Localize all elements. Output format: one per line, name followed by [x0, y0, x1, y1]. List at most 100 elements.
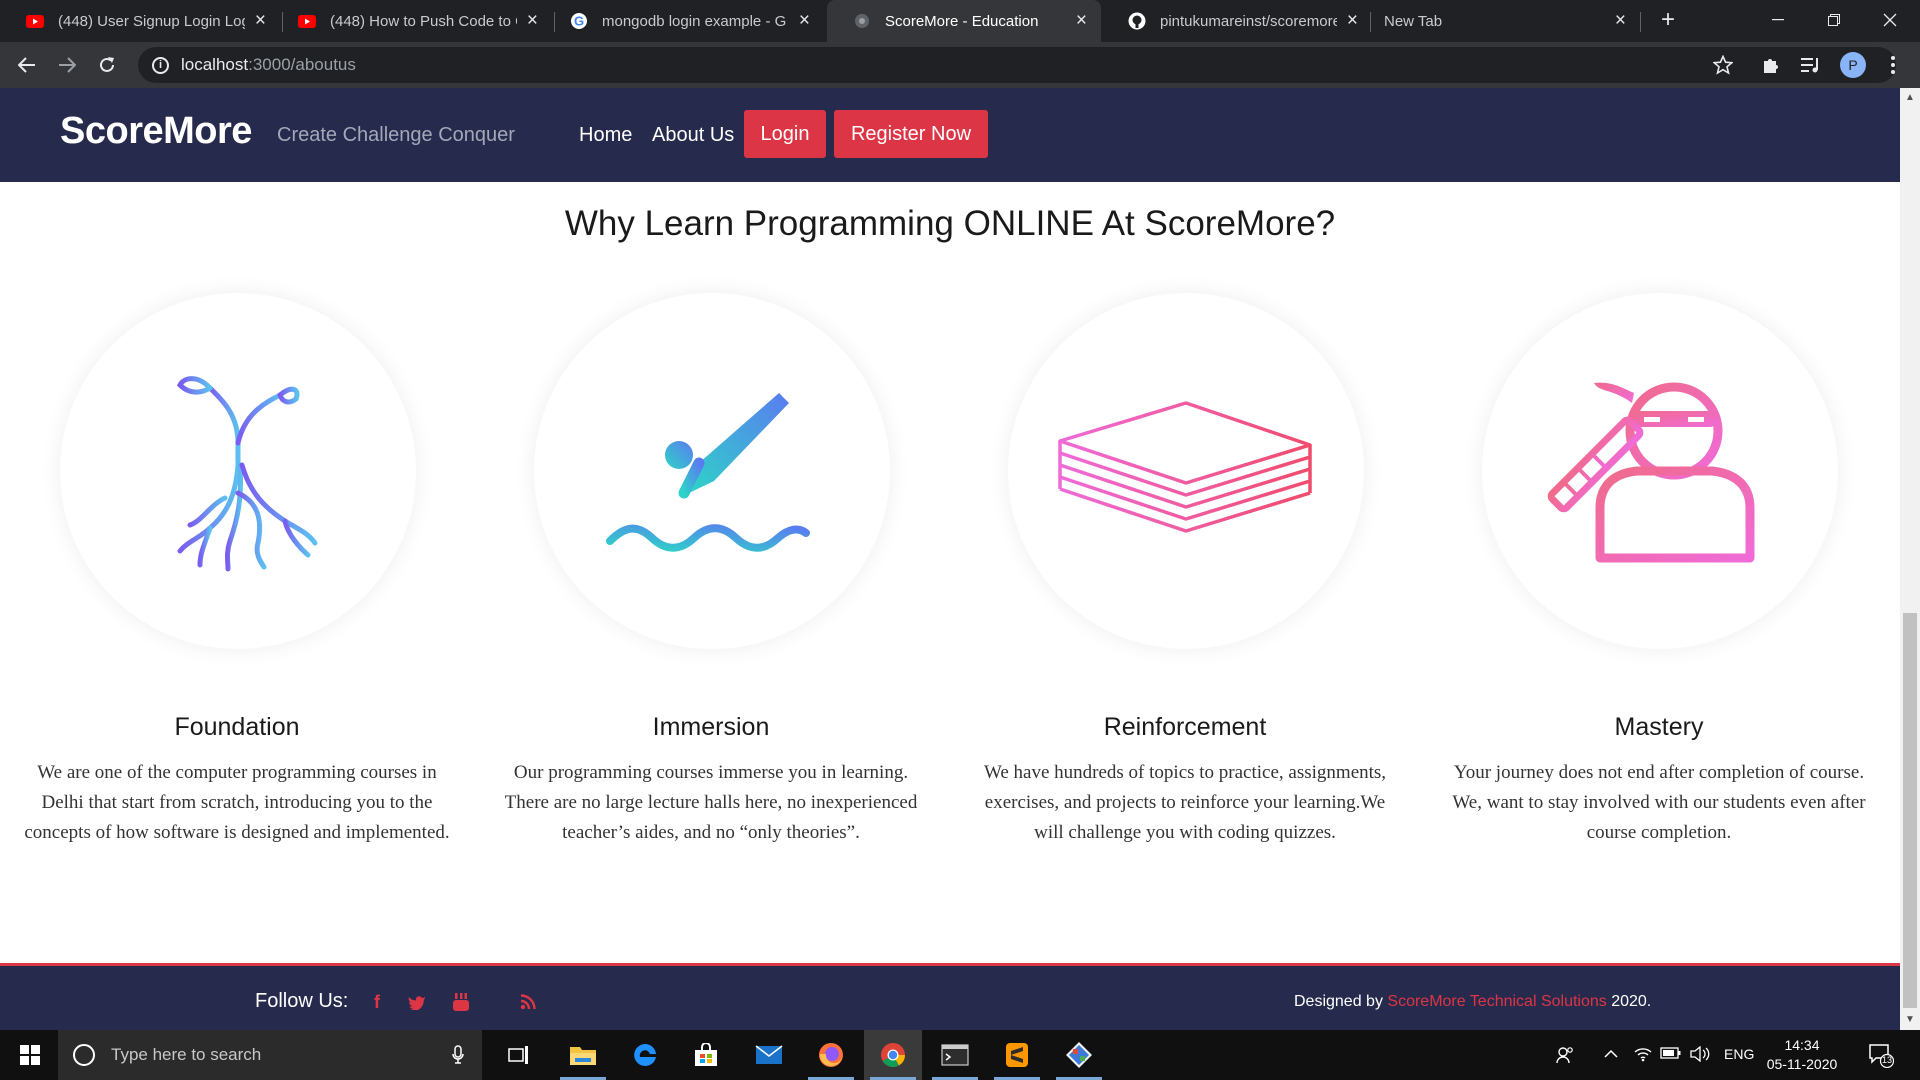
git-gui-icon[interactable] [1050, 1030, 1108, 1080]
feature-title: Reinforcement [1103, 713, 1267, 741]
firefox-icon[interactable] [802, 1030, 860, 1080]
close-tab-icon[interactable]: × [1076, 10, 1087, 32]
task-view-icon[interactable] [490, 1030, 548, 1080]
youtube-icon [26, 12, 44, 30]
taskbar-clock[interactable]: 14:34 05-11-2020 [1762, 1036, 1842, 1074]
feature-icon-circle [60, 293, 416, 649]
svg-text:G: G [574, 14, 584, 29]
follow-us-label: Follow Us: [255, 990, 349, 1012]
feature-icon-circle [1008, 293, 1364, 649]
new-tab-button[interactable]: + [1640, 0, 1696, 40]
tab-title: mongodb login example - G [602, 12, 787, 30]
cortana-icon [73, 1044, 95, 1066]
action-center-icon[interactable]: 13 [1868, 1042, 1895, 1071]
close-tab-icon[interactable]: × [1347, 10, 1358, 32]
section-title: Why Learn Programming ONLINE At ScoreMor… [564, 204, 1336, 243]
globe-icon [853, 12, 871, 30]
page-viewport: ScoreMore Create Challenge Conquer Home … [0, 88, 1900, 1030]
close-tab-icon[interactable]: × [799, 10, 810, 32]
feature-title: Mastery [1614, 713, 1704, 741]
people-icon[interactable] [1556, 1046, 1574, 1067]
page-scrollbar[interactable]: ▲ ▼ [1900, 88, 1920, 1030]
scrollbar-thumb[interactable] [1903, 613, 1917, 1008]
credits-prefix: Designed by [1294, 993, 1388, 1010]
tab-title: New Tab [1384, 12, 1443, 30]
feature-icon-circle [534, 293, 890, 649]
battery-icon[interactable] [1660, 1046, 1682, 1062]
browser-tab[interactable]: G mongodb login example - G × [544, 0, 824, 42]
feature-description: Your journey does not end after completi… [1452, 762, 1866, 843]
extensions-puzzle-icon[interactable] [1758, 52, 1784, 78]
search-placeholder: Type here to search [111, 1045, 262, 1064]
feature-description: We are one of the computer programming c… [24, 762, 450, 843]
windows-taskbar: Type here to search ENG 14:34 05-11-2020… [0, 1030, 1920, 1080]
address-bar[interactable]: i localhost:3000/aboutus [138, 47, 1896, 83]
brand-logo[interactable]: ScoreMore [60, 110, 252, 153]
close-window-icon[interactable] [1862, 0, 1918, 40]
diver-icon [606, 393, 810, 552]
feature-card-reinforcement: Reinforcement We have hundreds of topics… [948, 293, 1422, 993]
clock-time: 14:34 [1784, 1037, 1820, 1053]
login-button[interactable]: Login [744, 110, 826, 158]
tab-title: ScoreMore - Education [885, 12, 1039, 30]
back-arrow-icon[interactable] [11, 49, 43, 81]
designer-link[interactable]: ScoreMore Technical Solutions [1387, 993, 1606, 1010]
rss-icon[interactable] [517, 991, 539, 1013]
chrome-icon[interactable] [864, 1030, 922, 1080]
twitter-icon[interactable] [406, 991, 428, 1013]
store-icon[interactable] [677, 1030, 735, 1080]
reload-icon[interactable] [91, 49, 123, 81]
browser-tab[interactable]: New Tab × [1358, 0, 1640, 42]
register-button[interactable]: Register Now [834, 110, 988, 158]
credits-year: 2020. [1606, 993, 1652, 1010]
feature-title: Foundation [174, 713, 300, 741]
edge-icon[interactable] [616, 1030, 674, 1080]
site-info-icon[interactable]: i [152, 56, 169, 74]
nav-home-link[interactable]: Home [579, 124, 632, 147]
url-path: :3000/aboutus [248, 55, 356, 74]
wifi-icon[interactable] [1634, 1046, 1652, 1065]
browser-tab-active[interactable]: ScoreMore - Education × [827, 0, 1101, 42]
facebook-icon[interactable]: f [366, 991, 388, 1013]
close-tab-icon[interactable]: × [527, 10, 538, 32]
nav-about-link[interactable]: About Us [652, 124, 734, 147]
terminal-icon[interactable] [926, 1030, 984, 1080]
browser-tab-strip: (448) User Signup Login Logo × (448) How… [0, 0, 1920, 42]
browser-tab[interactable]: (448) User Signup Login Logo × [0, 0, 280, 42]
browser-tab[interactable]: (448) How to Push Code to G × [272, 0, 552, 42]
minimize-icon[interactable] [1750, 0, 1806, 40]
scroll-down-arrow-icon[interactable]: ▼ [1905, 1014, 1915, 1025]
browser-tab[interactable]: pintukumareinst/scoremore × [1102, 0, 1372, 42]
media-queue-icon[interactable] [1798, 52, 1824, 78]
taskbar-search-box[interactable]: Type here to search [58, 1030, 482, 1080]
forward-arrow-icon[interactable] [51, 49, 83, 81]
feature-card-immersion: Immersion Our programming courses immers… [474, 293, 948, 993]
mail-icon[interactable] [740, 1030, 798, 1080]
language-indicator[interactable]: ENG [1724, 1046, 1754, 1062]
close-tab-icon[interactable]: × [255, 10, 266, 32]
scroll-up-arrow-icon[interactable]: ▲ [1905, 92, 1915, 103]
notification-count: 13 [1881, 1055, 1892, 1065]
browser-toolbar: i localhost:3000/aboutus [0, 42, 1920, 88]
sublime-text-icon[interactable] [988, 1030, 1046, 1080]
file-explorer-icon[interactable] [554, 1030, 612, 1080]
github-icon [1128, 12, 1146, 30]
microphone-icon[interactable] [452, 1045, 464, 1070]
clock-date: 05-11-2020 [1766, 1056, 1838, 1072]
bookmark-star-icon[interactable] [1710, 52, 1736, 78]
feature-description: Our programming courses immerse you in l… [504, 762, 918, 843]
show-hidden-icons-chevron-icon[interactable] [1604, 1046, 1618, 1062]
restore-icon[interactable] [1806, 0, 1862, 40]
close-tab-icon[interactable]: × [1615, 10, 1626, 32]
brand-tagline: Create Challenge Conquer [277, 124, 515, 146]
more-menu-icon[interactable] [1880, 52, 1906, 78]
volume-icon[interactable] [1690, 1045, 1712, 1065]
url-host: localhost [181, 55, 249, 74]
feature-description: We have hundreds of topics to practice, … [983, 762, 1387, 843]
footer-credits: Designed by ScoreMore Technical Solution… [1294, 993, 1651, 1011]
windows-start-icon[interactable] [20, 1045, 40, 1070]
feature-icon-circle [1482, 293, 1838, 649]
profile-avatar[interactable]: P [1840, 52, 1866, 78]
youtube-icon[interactable] [450, 991, 472, 1013]
google-icon: G [570, 12, 588, 30]
